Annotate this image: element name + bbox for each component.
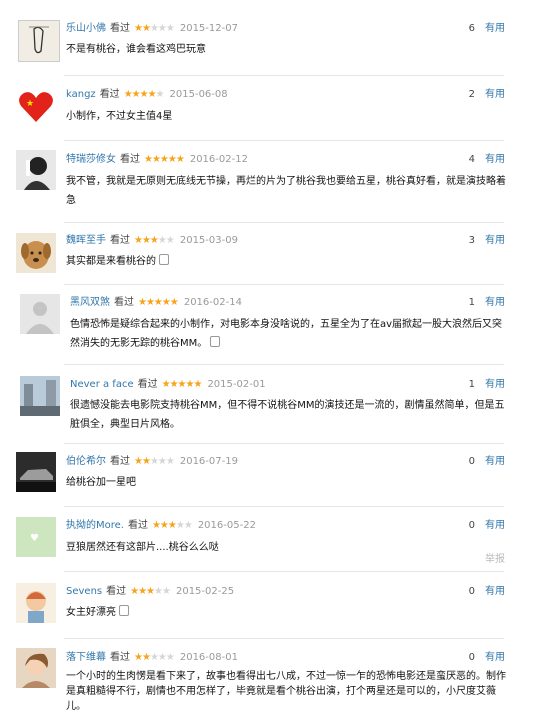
sketch-avatar[interactable] [18,20,60,62]
seen-label: 看过 [110,652,130,663]
vote-count: 1 [468,379,475,390]
review-text: 女主好漂亮 [66,603,506,622]
review-text: 豆狼居然还有这部片....桃谷么么哒 [66,542,219,553]
vote-count: 1 [468,297,475,308]
username-link[interactable]: Sevens [66,586,102,597]
useful-button[interactable]: 有用 [485,652,505,663]
emoji-icon [119,605,129,616]
divider [64,506,504,507]
star-rating: ★★★★★ [161,379,203,390]
review-date: 2016-05-22 [197,520,256,531]
review-text: 我不管，我就是无原则无底线无节操，再烂的片为了桃谷我也要给五星，桃谷真好看，就是… [66,176,506,206]
divider [64,222,504,223]
useful-button[interactable]: 有用 [485,379,505,390]
useful-button[interactable]: 有用 [485,456,505,467]
default-user-avatar[interactable] [20,294,60,334]
username-link[interactable]: 伯伦希尔 [66,456,106,467]
username-link[interactable]: 执拗的More. [66,520,124,531]
useful-button[interactable]: 有用 [485,520,505,531]
star-rating: ★★★★★ [151,520,193,531]
username-link[interactable]: 特瑞莎修女 [66,154,116,165]
bw-woman-avatar[interactable] [16,150,56,190]
china-flag-heart-avatar[interactable]: ★ [16,86,56,126]
review-text: 一个小时的生肉愣是看下来了，故事也看得出七八成，不过一惊一乍的恐怖电影还是蛮厌恶… [66,671,506,712]
useful-button[interactable]: 有用 [485,297,505,308]
star-rating: ★★★★★ [134,23,175,34]
useful-button[interactable]: 有用 [485,235,505,246]
seen-label: 看过 [110,456,130,467]
emoji-icon [210,336,221,347]
divider [64,140,504,141]
vote-count: 0 [468,586,475,597]
vote-count: 2 [468,89,475,100]
username-link[interactable]: Never a face [70,379,134,390]
username-link[interactable]: 魏晖至手 [66,235,106,246]
review-date: 2015-12-07 [179,23,238,34]
divider [64,284,504,285]
useful-button[interactable]: 有用 [485,23,505,34]
car-avatar[interactable] [16,452,56,492]
review-date: 2015-02-25 [175,586,235,597]
vote-count: 0 [468,456,475,467]
review-date: 2016-02-14 [183,297,242,308]
review-date: 2016-08-01 [179,652,238,663]
seen-label: 看过 [110,235,130,246]
divider [64,75,504,76]
star-rating: ★★★★★ [130,586,171,597]
review-text: 不是有桃谷，谁会看这鸡巴玩意 [66,44,206,55]
vote-count: 3 [468,235,475,246]
vote-count: 0 [468,520,475,531]
vote-count: 0 [468,652,475,663]
review-text: 小制作，不过女主值4星 [66,111,173,122]
username-link[interactable]: kangz [66,89,96,100]
seen-label: 看过 [137,379,158,390]
vote-count: 6 [468,23,475,34]
review-date: 2016-02-12 [189,154,248,165]
anime-avatar[interactable] [16,648,56,688]
seen-label: 看过 [120,154,140,165]
svg-text:★: ★ [26,99,34,109]
star-rating: ★★★★★ [123,89,165,100]
username-link[interactable]: 乐山小佛 [66,23,106,34]
divider [64,571,504,572]
puppy-avatar[interactable] [16,233,56,273]
useful-button[interactable]: 有用 [485,586,505,597]
street-photo-avatar[interactable] [20,376,60,416]
divider [64,443,504,444]
useful-button[interactable]: 有用 [485,89,505,100]
star-rating: ★★★★★ [134,235,175,246]
review-date: 2015-03-09 [179,235,238,246]
review-text: 其实都是来看桃谷的 [66,252,506,271]
useful-button[interactable]: 有用 [485,154,505,165]
seen-label: 看过 [99,89,120,100]
star-rating: ★★★★★ [134,652,175,663]
username-link[interactable]: 黑风双煞 [70,297,110,308]
seen-label: 看过 [114,297,134,308]
report-link[interactable]: 举报 [485,550,505,565]
star-rating: ★★★★★ [144,154,185,165]
username-link[interactable]: 落下维幕 [66,652,106,663]
review-text: 很遗憾没能去电影院支持桃谷MM，但不得不说桃谷MM的演技还是一流的，剧情虽然简单… [70,400,505,430]
vote-count: 4 [468,154,475,165]
cartoon-avatar[interactable] [16,583,56,623]
review-date: 2015-06-08 [169,89,228,100]
star-rating: ★★★★★ [138,297,179,308]
seen-label: 看过 [127,520,148,531]
divider [64,638,504,639]
green-card-avatar[interactable]: ♥ [16,517,56,557]
seen-label: 看过 [106,586,127,597]
review-date: 2015-02-01 [207,379,266,390]
seen-label: 看过 [110,23,130,34]
review-date: 2016-07-19 [179,456,238,467]
review-text: 给桃谷加一星吧 [66,477,136,488]
divider [64,364,504,365]
star-rating: ★★★★★ [134,456,175,467]
svg-text:♥: ♥ [30,533,39,544]
emoji-icon [159,254,169,265]
review-text: 色情恐怖是疑综合起来的小制作，对电影本身没啥说的，五星全为了在av届掀起一股大浪… [70,319,503,349]
